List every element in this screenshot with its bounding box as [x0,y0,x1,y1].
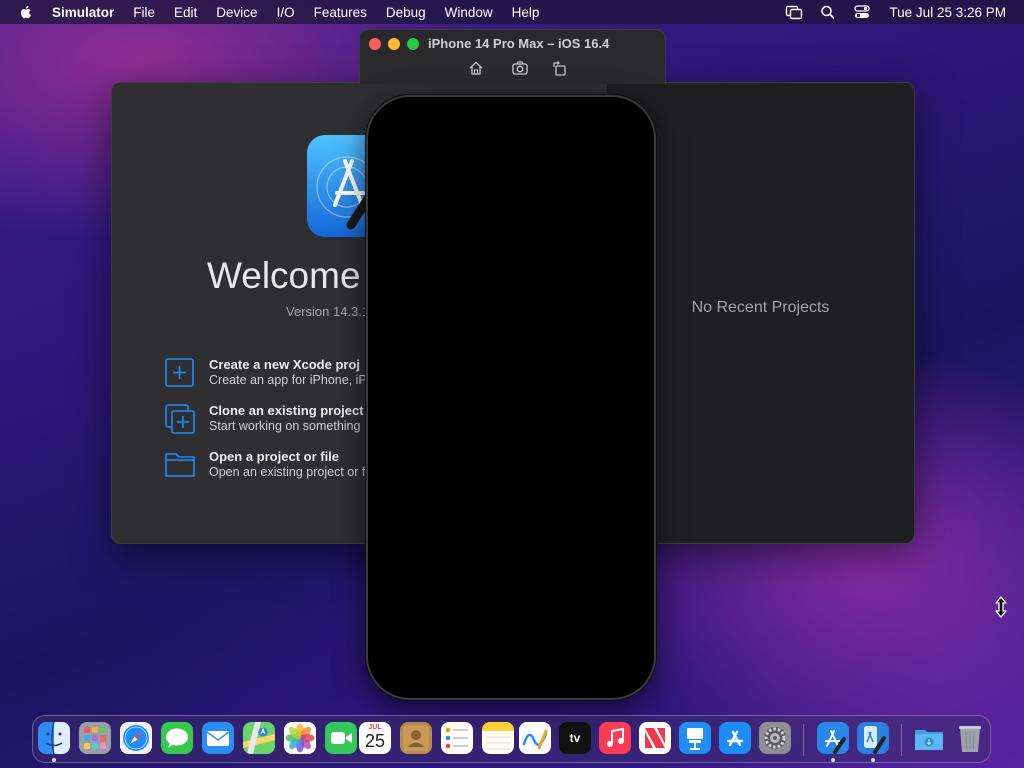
keynote-icon [679,722,711,754]
welcome-title: Welcome [207,255,361,296]
running-indicator [871,758,875,762]
trash-icon [959,726,981,752]
dock-launchpad[interactable] [79,722,111,754]
menu-bar: Simulator File Edit Device I/O Features … [0,0,1024,24]
dock-safari[interactable] [120,722,152,754]
news-icon [639,722,671,754]
menu-device[interactable]: Device [216,5,257,20]
notes-icon [482,722,514,754]
facetime-icon [325,722,357,754]
dock-news[interactable] [639,722,671,754]
photos-icon [284,722,316,754]
menu-extras: Tue Jul 25 3:26 PM [769,0,1006,24]
plus-square-icon [165,358,194,387]
dock-tv[interactable]: tv [559,722,591,754]
dock-freeform[interactable] [519,722,551,754]
home-icon[interactable] [467,60,485,76]
menu-file[interactable]: File [133,5,155,20]
open-project-title: Open a project or file [209,449,340,464]
music-icon [599,722,631,754]
dock-notes[interactable] [482,722,514,754]
menu-clock[interactable]: Tue Jul 25 3:26 PM [889,5,1006,20]
create-project-title: Create a new Xcode proj [209,357,360,372]
running-indicator [831,758,835,762]
dock-simulator[interactable] [857,722,889,754]
menu-app-name[interactable]: Simulator [52,5,114,20]
dock-messages[interactable] [161,722,193,754]
menu-io[interactable]: I/O [277,5,295,20]
iphone-simulator-screen[interactable] [366,95,656,700]
simulator-window-title: iPhone 14 Pro Max – iOS 16.4 [428,36,610,51]
dock-keynote[interactable] [679,722,711,754]
simulator-icon [857,722,889,754]
resize-vertical-cursor-icon [995,596,1007,618]
maps-icon [243,722,275,754]
window-zoom-button[interactable] [407,38,419,50]
menu-debug[interactable]: Debug [386,5,426,20]
launchpad-icon [79,722,111,754]
menu-features[interactable]: Features [314,5,367,20]
menu-help[interactable]: Help [512,5,540,20]
dock-reminders[interactable] [441,722,473,754]
dock-finder[interactable] [38,722,70,754]
screen-mirroring-icon[interactable] [785,4,803,20]
window-close-button[interactable] [369,38,381,50]
xcode-version-label: Version 14.3.1 [286,304,370,319]
clone-project-description: Start working on something [209,419,361,433]
finder-icon [38,722,70,754]
dock-mail[interactable] [202,722,234,754]
dock-facetime[interactable] [325,722,357,754]
menu-window[interactable]: Window [445,5,493,20]
menu-edit[interactable]: Edit [174,5,197,20]
app-store-icon [719,722,751,754]
dock-xcode[interactable] [817,722,849,754]
xcode-icon [817,722,849,754]
clone-project-title: Clone an existing project [209,403,364,418]
create-project-description: Create an app for iPhone, iP [209,373,367,387]
calendar-month-label: JUL [368,724,382,731]
control-center-icon[interactable] [853,4,871,20]
dock-maps[interactable] [243,722,275,754]
dock-contacts[interactable] [400,722,432,754]
running-indicator [52,758,56,762]
clone-icon [165,404,195,434]
dock-app-store[interactable] [719,722,751,754]
rotate-icon[interactable] [551,60,569,76]
gear-icon [759,722,791,754]
open-project-description: Open an existing project or f [209,465,366,479]
window-minimize-button[interactable] [388,38,400,50]
dock-trash[interactable] [954,722,986,754]
dock-separator [803,724,804,756]
messages-icon [161,722,193,754]
contacts-icon [400,722,432,754]
dock-calendar[interactable]: JUL 25 [359,722,391,754]
dock-music[interactable] [599,722,631,754]
safari-icon [120,722,152,754]
spotlight-search-icon[interactable] [819,4,837,20]
reminders-icon [441,722,473,754]
dock-downloads-folder[interactable] [913,722,945,754]
dock-photos[interactable] [284,722,316,754]
dock-separator [901,724,902,756]
downloads-folder-icon [915,730,943,750]
dock: JUL 25 tv [32,715,991,763]
mail-icon [202,722,234,754]
calendar-day-label: 25 [364,731,386,751]
tv-label: tv [569,731,581,745]
simulator-titlebar[interactable]: iPhone 14 Pro Max – iOS 16.4 [359,29,666,84]
screenshot-icon[interactable] [511,60,529,76]
folder-icon [165,453,195,477]
dock-system-settings[interactable] [759,722,791,754]
apple-logo-icon[interactable] [18,4,34,20]
freeform-icon [519,722,551,754]
